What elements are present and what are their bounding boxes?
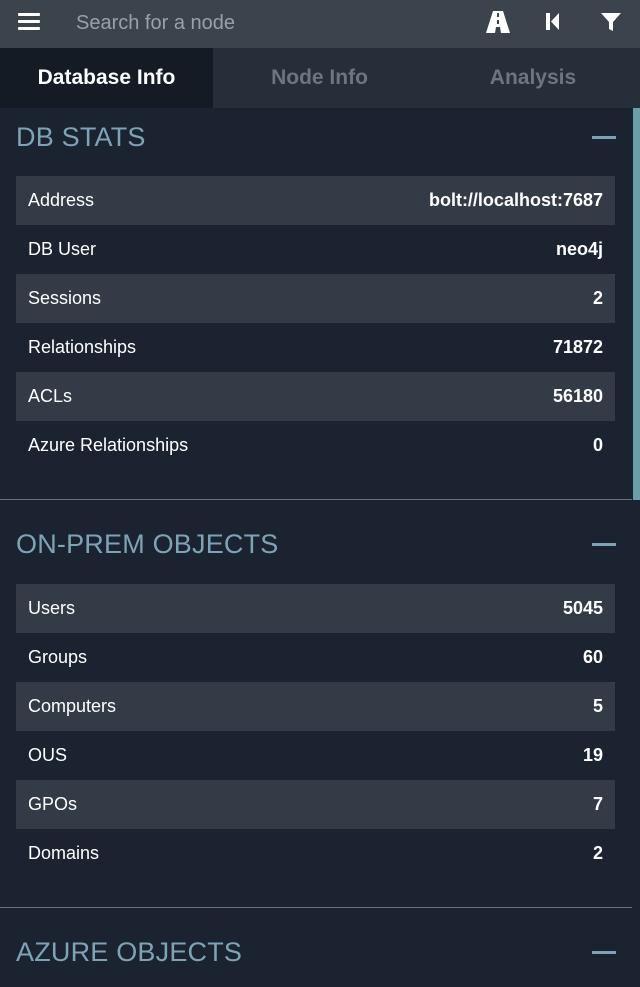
stat-row-groups: Groups 60 <box>16 633 615 682</box>
stat-row-acls: ACLs 56180 <box>16 372 615 421</box>
stat-row-domains: Domains 2 <box>16 829 615 878</box>
section-title: ON-PREM OBJECTS <box>16 528 279 559</box>
scrollbar-thumb[interactable] <box>633 108 640 500</box>
stat-value: 5045 <box>562 598 603 618</box>
stat-label: Users <box>28 598 76 618</box>
tab-bar: Database Info Node Info Analysis <box>0 48 640 108</box>
stat-label: Relationships <box>28 337 137 357</box>
search-bar <box>0 0 640 48</box>
db-stats-table: Address bolt://localhost:7687 DB User ne… <box>16 176 615 470</box>
stat-value: 5 <box>592 696 603 716</box>
stat-value: 0 <box>592 435 603 455</box>
back-icon[interactable] <box>542 10 564 34</box>
stat-label: ACLs <box>28 386 73 406</box>
azure-objects-section: AZURE OBJECTS <box>0 908 632 987</box>
collapse-icon[interactable] <box>592 127 616 147</box>
stat-label: DB User <box>28 239 97 259</box>
database-info-panel: Database Info Node Info Analysis DB STAT… <box>0 0 640 987</box>
stat-value: 19 <box>582 745 603 765</box>
stat-value: 56180 <box>552 386 603 406</box>
stat-row-db-user: DB User neo4j <box>16 225 615 274</box>
db-stats-section: DB STATS Address bolt://localhost:7687 D… <box>0 108 632 500</box>
on-prem-objects-table: Users 5045 Groups 60 Computers 5 OUS 19 … <box>16 584 615 878</box>
tab-database-info[interactable]: Database Info <box>0 48 213 108</box>
stat-label: GPOs <box>28 794 78 814</box>
stat-row-users: Users 5045 <box>16 584 615 633</box>
menu-icon[interactable] <box>18 12 40 32</box>
pathfinding-icon[interactable] <box>485 10 511 34</box>
search-input[interactable] <box>62 6 452 40</box>
tab-analysis[interactable]: Analysis <box>426 48 640 108</box>
collapse-icon[interactable] <box>592 534 616 554</box>
stat-value: neo4j <box>555 239 603 259</box>
filter-icon[interactable] <box>599 10 623 34</box>
tab-node-info[interactable]: Node Info <box>213 48 426 108</box>
on-prem-objects-header[interactable]: ON-PREM OBJECTS <box>16 524 616 564</box>
stat-value: 71872 <box>552 337 603 357</box>
stat-row-gpos: GPOs 7 <box>16 780 615 829</box>
stat-label: Azure Relationships <box>28 435 189 455</box>
stat-row-address: Address bolt://localhost:7687 <box>16 176 615 225</box>
stat-label: Groups <box>28 647 88 667</box>
db-stats-header[interactable]: DB STATS <box>16 117 616 157</box>
stat-label: OUS <box>28 745 68 765</box>
collapse-icon[interactable] <box>592 942 616 962</box>
stat-label: Domains <box>28 843 100 863</box>
stat-label: Sessions <box>28 288 102 308</box>
azure-objects-header[interactable]: AZURE OBJECTS <box>16 932 616 972</box>
stat-value: 7 <box>592 794 603 814</box>
section-title: AZURE OBJECTS <box>16 936 243 967</box>
stat-value: 60 <box>582 647 603 667</box>
stat-row-sessions: Sessions 2 <box>16 274 615 323</box>
stat-value: 2 <box>592 288 603 308</box>
stat-label: Address <box>28 190 95 210</box>
tab-content: DB STATS Address bolt://localhost:7687 D… <box>0 108 640 987</box>
on-prem-objects-section: ON-PREM OBJECTS Users 5045 Groups 60 Com… <box>0 500 632 908</box>
stat-label: Computers <box>28 696 117 716</box>
stat-value: 2 <box>592 843 603 863</box>
stat-row-computers: Computers 5 <box>16 682 615 731</box>
stat-row-ous: OUS 19 <box>16 731 615 780</box>
stat-row-azure-relationships: Azure Relationships 0 <box>16 421 615 470</box>
stat-row-relationships: Relationships 71872 <box>16 323 615 372</box>
stat-value: bolt://localhost:7687 <box>428 190 603 210</box>
section-title: DB STATS <box>16 121 146 152</box>
